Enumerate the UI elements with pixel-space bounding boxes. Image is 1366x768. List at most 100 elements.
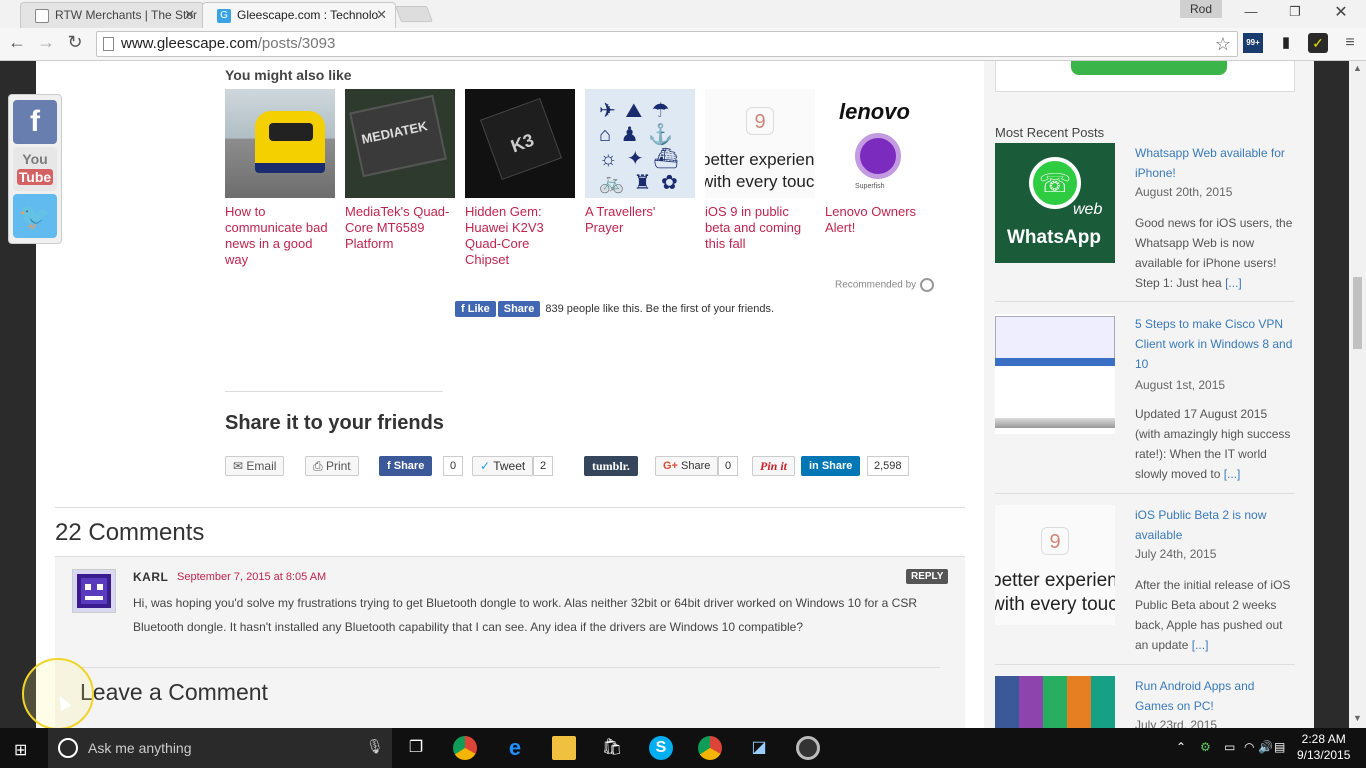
- tab-rtw-merchants[interactable]: RTW Merchants | The Stor ✕: [20, 2, 204, 28]
- address-bar[interactable]: www.gleescape.com/posts/3093 ☆: [96, 31, 1238, 57]
- whatsapp-image[interactable]: ☏ web WhatsApp: [995, 143, 1115, 263]
- system-clock[interactable]: 2:28 AM 9/13/2015: [1297, 731, 1350, 763]
- tray-chevron-icon[interactable]: ⌃: [1176, 740, 1186, 754]
- app-icon[interactable]: ◪: [747, 736, 771, 760]
- post-date: August 20th, 2015: [1135, 185, 1233, 199]
- related-card[interactable]: K3 Hidden Gem: Huawei K2V3 Quad-Core Chi…: [465, 89, 575, 268]
- related-card[interactable]: MEDIATEK MediaTek's Quad-Core MT6589 Pla…: [345, 89, 455, 252]
- task-view-icon[interactable]: ❐: [404, 736, 428, 760]
- facebook-icon[interactable]: f: [13, 100, 57, 144]
- fb-share-button[interactable]: Share: [497, 301, 541, 317]
- read-more-link[interactable]: [...]: [1225, 276, 1242, 290]
- back-icon[interactable]: ←: [5, 32, 29, 53]
- battery-icon[interactable]: ▭: [1224, 740, 1235, 754]
- post-title-link[interactable]: iOS Public Beta 2 is now available: [1135, 505, 1295, 545]
- edge-icon[interactable]: e: [503, 736, 527, 760]
- shop-now-button[interactable]: [1071, 61, 1227, 75]
- restore-icon[interactable]: ❐: [1280, 4, 1310, 20]
- skype-icon[interactable]: S: [649, 736, 673, 760]
- facebook-like-box: f Like Share 839 people like this. Be the…: [455, 301, 774, 317]
- microphone-icon[interactable]: 🎙: [366, 738, 384, 755]
- recent-post: ☏ web WhatsApp Whatsapp Web available fo…: [995, 143, 1295, 303]
- url-path: /posts/3093: [257, 35, 336, 52]
- menu-icon[interactable]: ≡: [1340, 33, 1360, 53]
- file-explorer-icon[interactable]: [552, 736, 576, 760]
- close-window-icon[interactable]: ✕: [1326, 2, 1356, 22]
- tray-app-icon[interactable]: ⚙: [1200, 740, 1211, 754]
- related-caption: iOS 9 in public beta and coming this fal…: [705, 204, 802, 251]
- recent-post: 5 Steps to make Cisco VPN Client work in…: [995, 314, 1295, 484]
- ios-beta-image[interactable]: 9 better experien with every toucl: [995, 505, 1115, 625]
- pinterest-button[interactable]: Pin it: [752, 456, 796, 476]
- page-scrollbar[interactable]: ▲ ▼: [1349, 61, 1366, 728]
- twitter-icon[interactable]: 🐦: [13, 194, 57, 238]
- related-card[interactable]: How to communicate bad news in a good wa…: [225, 89, 335, 268]
- related-card[interactable]: ✈ ⛰ ☂ ⌂ ♟ ⚓ ☼ ✦ ⛴ 🚲 ♜ ✿ A Travellers' Praye…: [585, 89, 695, 236]
- scroll-up-icon[interactable]: ▲: [1353, 63, 1362, 73]
- print-button[interactable]: ⎙ Print: [305, 456, 359, 476]
- reload-icon[interactable]: ↻: [63, 32, 87, 53]
- page-icon: [103, 37, 114, 51]
- google-plus-share-button[interactable]: G+ Share: [655, 456, 719, 476]
- volume-icon[interactable]: 🔊: [1258, 740, 1273, 754]
- comment-date[interactable]: September 7, 2015 at 8:05 AM: [177, 571, 326, 583]
- ios9-image: 9 better experien with every toucl: [705, 89, 815, 198]
- chrome-icon[interactable]: [698, 736, 722, 760]
- related-caption: Hidden Gem: Huawei K2V3 Quad-Core Chipse…: [465, 204, 544, 267]
- android-apps-image[interactable]: [995, 676, 1115, 728]
- tab-gleescape[interactable]: G Gleescape.com : Technolo ✕: [202, 2, 396, 28]
- profile-button[interactable]: Rod: [1180, 0, 1222, 18]
- bookmark-star-icon[interactable]: ☆: [1215, 32, 1231, 56]
- notifications-icon[interactable]: ▤: [1274, 740, 1285, 754]
- related-caption: A Travellers' Prayer: [585, 204, 656, 235]
- reply-button[interactable]: REPLY: [906, 569, 949, 584]
- linkedin-share-button[interactable]: in Share: [801, 456, 861, 476]
- divider: [995, 493, 1295, 494]
- post-title-link[interactable]: 5 Steps to make Cisco VPN Client work in…: [1135, 314, 1295, 374]
- forward-icon[interactable]: →: [34, 32, 58, 53]
- comment-text: Hi, was hoping you'd solve my frustratio…: [133, 596, 918, 634]
- tumblr-button[interactable]: tumblr.: [584, 456, 638, 476]
- network-icon[interactable]: ◠: [1244, 740, 1254, 754]
- close-icon[interactable]: ✕: [184, 3, 195, 27]
- cisco-vpn-image[interactable]: [995, 314, 1115, 434]
- close-icon[interactable]: ✕: [376, 3, 387, 27]
- avatar: [72, 569, 116, 613]
- tweet-count: 2: [533, 456, 554, 476]
- fb-like-button[interactable]: f Like: [455, 301, 496, 317]
- email-share-button[interactable]: ✉ Email: [225, 456, 285, 476]
- scroll-down-icon[interactable]: ▼: [1353, 713, 1362, 723]
- facebook-share-button[interactable]: f Share: [379, 456, 433, 476]
- recent-post: Run Android Apps and Games on PC! July 2…: [995, 676, 1295, 728]
- clipboard-extension-icon[interactable]: ▮: [1276, 33, 1296, 53]
- travel-map-image: ✈ ⛰ ☂ ⌂ ♟ ⚓ ☼ ✦ ⛴ 🚲 ♜ ✿: [585, 89, 695, 198]
- minimize-icon[interactable]: —: [1236, 4, 1266, 19]
- click-highlight: [22, 658, 94, 728]
- scrollbar-thumb[interactable]: [1353, 277, 1362, 349]
- clock-date: 9/13/2015: [1297, 748, 1351, 762]
- cortana-app-icon[interactable]: [796, 736, 820, 760]
- store-icon[interactable]: 🛍: [600, 736, 624, 760]
- comments-title: 22 Comments: [55, 519, 205, 546]
- post-title-link[interactable]: Run Android Apps and Games on PC!: [1135, 676, 1295, 716]
- related-card[interactable]: 9 better experien with every toucl iOS 9…: [705, 89, 815, 252]
- checkmark-extension-icon[interactable]: ✓: [1308, 33, 1328, 53]
- related-caption: Lenovo Owners Alert!: [825, 204, 917, 235]
- share-title: Share it to your friends: [225, 412, 444, 434]
- cortana-search-box[interactable]: Ask me anything 🎙: [48, 728, 392, 768]
- chrome-icon[interactable]: [453, 736, 477, 760]
- post-title-link[interactable]: Whatsapp Web available for iPhone!: [1135, 143, 1295, 183]
- recommended-by[interactable]: Recommended by: [835, 278, 935, 292]
- post-excerpt: Good news for iOS users, the Whatsapp We…: [1135, 216, 1293, 290]
- google-plus-count: 0: [718, 456, 739, 476]
- read-more-link[interactable]: [...]: [1192, 638, 1209, 652]
- tweet-button[interactable]: ✓ Tweet: [472, 456, 534, 476]
- read-more-link[interactable]: [...]: [1224, 467, 1241, 481]
- page-viewport: f You Tube 🐦 You might also like How to c…: [0, 61, 1366, 728]
- related-card[interactable]: lenovo Superfish Lenovo Owners Alert!: [825, 89, 935, 236]
- new-tab-button[interactable]: [395, 6, 433, 22]
- windows-start-icon[interactable]: ⊞: [14, 740, 27, 760]
- youtube-icon[interactable]: You Tube: [13, 147, 57, 191]
- browser-toolbar: ← → ↻ www.gleescape.com/posts/3093 ☆ 99+…: [0, 28, 1366, 61]
- extension-badge-icon[interactable]: 99+: [1243, 33, 1263, 53]
